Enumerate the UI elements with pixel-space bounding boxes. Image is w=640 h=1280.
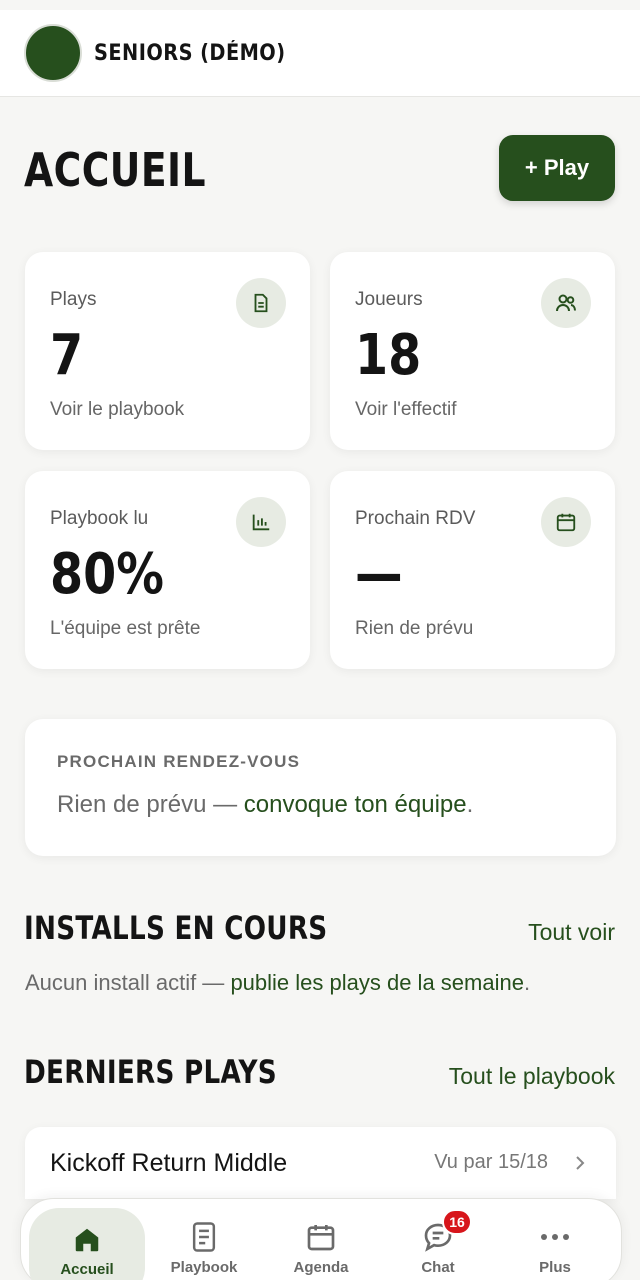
- users-icon: [541, 278, 591, 328]
- chat-unread-badge: 16: [442, 1209, 472, 1235]
- nav-label: Accueil: [60, 1261, 114, 1278]
- page-title: ACCUEIL: [24, 143, 206, 197]
- stat-subtext: L'équipe est prête: [50, 618, 201, 639]
- next-meeting-suffix: .: [466, 791, 474, 818]
- installs-title: INSTALLS EN COURS: [24, 909, 328, 947]
- stat-value: 7: [50, 323, 84, 388]
- nav-label: Playbook: [170, 1259, 238, 1276]
- installs-empty-prefix: Aucun install actif —: [25, 970, 231, 995]
- next-meeting-card: PROCHAIN RENDEZ-VOUS Rien de prévu — con…: [25, 719, 616, 856]
- stat-value: —: [355, 542, 403, 607]
- stat-card-plays[interactable]: Plays 7 Voir le playbook: [25, 252, 310, 450]
- nav-item-playbook[interactable]: Playbook: [146, 1199, 262, 1280]
- stat-label: Playbook lu: [50, 508, 149, 529]
- play-seen-count: Vu par 15/18: [434, 1151, 548, 1173]
- notebook-icon: [189, 1219, 219, 1255]
- team-name[interactable]: SENIORS (DÉMO): [94, 41, 286, 66]
- team-avatar[interactable]: [24, 24, 82, 82]
- home-icon: [72, 1222, 102, 1258]
- stat-link[interactable]: Voir l'effectif: [355, 399, 457, 421]
- nav-label: Chat: [421, 1259, 455, 1276]
- add-play-button[interactable]: + Play: [499, 135, 615, 201]
- top-bar: SENIORS (DÉMO): [0, 10, 640, 97]
- next-meeting-title: PROCHAIN RENDEZ-VOUS: [57, 752, 301, 771]
- installs-see-all-link[interactable]: Tout voir: [528, 919, 615, 946]
- nav-label: Plus: [539, 1259, 571, 1276]
- calendar-icon: [541, 497, 591, 547]
- installs-empty-suffix: .: [523, 970, 531, 995]
- stat-value: 80%: [50, 542, 164, 607]
- nav-item-accueil[interactable]: Accueil: [21, 1199, 145, 1280]
- playbook-see-all-link[interactable]: Tout le playbook: [449, 1063, 615, 1090]
- play-list-item[interactable]: Kickoff Return Middle Vu par 15/18: [25, 1127, 616, 1199]
- nav-item-plus[interactable]: Plus: [497, 1199, 613, 1280]
- nav-item-chat[interactable]: 16 Chat: [380, 1199, 496, 1280]
- bottom-navigation: Accueil Playbook Agenda 16 Chat Plus: [20, 1198, 622, 1280]
- play-name: Kickoff Return Middle: [50, 1149, 288, 1177]
- more-icon: [539, 1219, 571, 1255]
- installs-empty-text: Aucun install actif — publie les plays d…: [25, 970, 530, 996]
- stat-card-next-meeting[interactable]: Prochain RDV — Rien de prévu: [330, 471, 615, 669]
- stat-label: Joueurs: [355, 289, 423, 310]
- bar-chart-icon: [236, 497, 286, 547]
- stat-label: Plays: [50, 289, 97, 310]
- publish-plays-link[interactable]: publie les plays de la semaine: [230, 970, 524, 995]
- chevron-right-icon: [574, 1154, 586, 1177]
- convene-team-link[interactable]: convoque ton équipe: [244, 791, 467, 818]
- next-meeting-text: Rien de prévu — convoque ton équipe.: [57, 791, 473, 819]
- latest-plays-title: DERNIERS PLAYS: [24, 1053, 277, 1091]
- stat-value: 18: [355, 323, 422, 388]
- document-icon: [236, 278, 286, 328]
- chat-icon: 16: [422, 1209, 472, 1255]
- stat-label: Prochain RDV: [355, 508, 476, 529]
- stat-card-players[interactable]: Joueurs 18 Voir l'effectif: [330, 252, 615, 450]
- next-meeting-prefix: Rien de prévu —: [57, 791, 244, 818]
- calendar-icon: [305, 1219, 337, 1255]
- stat-card-playbook-read[interactable]: Playbook lu 80% L'équipe est prête: [25, 471, 310, 669]
- nav-item-agenda[interactable]: Agenda: [263, 1199, 379, 1280]
- stat-subtext: Rien de prévu: [355, 618, 474, 639]
- nav-label: Agenda: [293, 1259, 349, 1276]
- stat-link[interactable]: Voir le playbook: [50, 399, 184, 421]
